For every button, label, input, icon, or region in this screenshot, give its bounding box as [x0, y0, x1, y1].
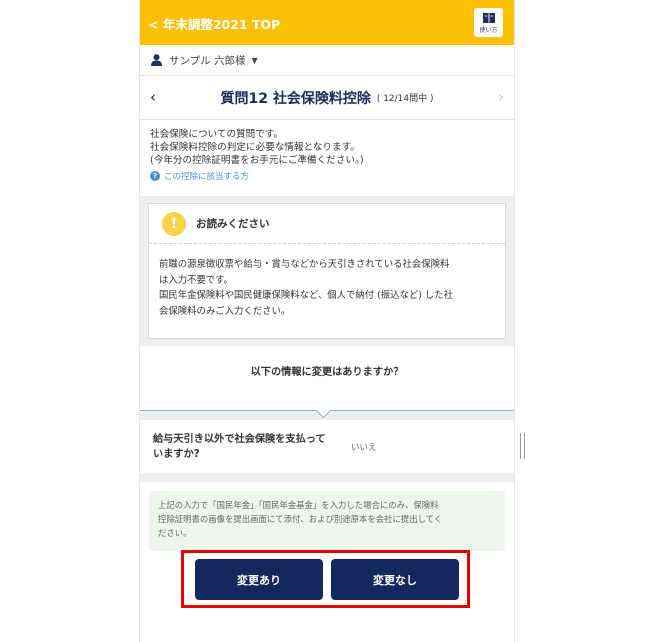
user-name: サンプル 六郎様 [169, 54, 246, 67]
attachment-note: 上記の入力で「国民年金」「国民年金基金」を入力した場合にのみ、保険料 控除証明書… [149, 491, 505, 551]
note-line: ださい。 [158, 528, 192, 538]
answer-question: 給与天引き以外で社会保険を支払って いますか? [153, 432, 343, 462]
note-line: 控除証明書の画像を提出画面にて添付、および別途原本を会社に提出してく [158, 514, 443, 524]
question-progress: ( 12/14問中 ) [376, 94, 434, 104]
answer-question-line: 給与天引き以外で社会保険を支払って [153, 433, 326, 445]
intro-line: 社会保険についての質問です。 [150, 129, 284, 140]
person-icon [151, 54, 162, 66]
change-yes-button[interactable]: 変更あり [195, 559, 323, 600]
chevron-down-icon: ▼ [251, 55, 258, 65]
notice-box: ! お読みください 前職の源泉徴収票や給与・賞与などから天引きされている社会保険… [148, 203, 506, 339]
top-bar: < 年末調整2021 TOP 使い方 [140, 0, 514, 45]
book-icon [482, 12, 495, 23]
change-no-button[interactable]: 変更なし [331, 559, 459, 600]
confirm-question: 以下の情報に変更はありますか？ [250, 367, 404, 378]
notice-line: は入力不要です。 [159, 274, 234, 286]
bottom-section: 上記の入力で「国民年金」「国民年金基金」を入力した場合にのみ、保険料 控除証明書… [140, 482, 514, 551]
help-link-label: この控除に該当する方 [164, 172, 250, 182]
answer-value: いいえ [351, 442, 377, 453]
user-selector[interactable]: サンプル 六郎様 ▼ [140, 45, 514, 76]
notice-header: ! お読みください [149, 204, 505, 244]
question-header: ‹ 質問12 社会保険料控除 ( 12/14問中 ) › [140, 76, 514, 120]
notice-body: 前職の源泉徴収票や給与・賞与などから天引きされている社会保険料 は入力不要です。… [149, 244, 505, 319]
help-link[interactable]: ? この控除に該当する方 [150, 170, 504, 182]
note-line: 上記の入力で「国民年金」「国民年金基金」を入力した場合にのみ、保険料 [158, 500, 439, 510]
question-title: 質問12 社会保険料控除 [220, 90, 371, 107]
answers-section: 給与天引き以外で社会保険を支払って いますか? いいえ [140, 411, 514, 482]
intro-line: 社会保険料控除の判定に必要な情報となります。 [150, 142, 360, 153]
exclamation-icon: ! [162, 211, 186, 236]
confirm-section: 以下の情報に変更はありますか？ [140, 346, 514, 419]
back-to-top-link[interactable]: < 年末調整2021 TOP [148, 14, 280, 33]
answer-row: 給与天引き以外で社会保険を支払って いますか? いいえ [140, 420, 514, 473]
answer-question-line: いますか? [153, 448, 200, 460]
notice-line: 国民年金保険料や国民健康保険料など、個人で納付 (振込など) した社 [159, 290, 454, 301]
question-mark-icon: ? [150, 171, 160, 181]
guide-button[interactable]: 使い方 [474, 8, 503, 37]
resize-handle[interactable] [520, 433, 525, 459]
highlighted-button-area: 変更あり 変更なし [181, 550, 470, 608]
mobile-app-frame: < 年末調整2021 TOP 使い方 サンプル 六郎様 ▼ ‹ 質問12 社会保… [139, 0, 515, 642]
notice-title: お読みください [196, 218, 270, 230]
prev-question-button[interactable]: ‹ [150, 88, 156, 106]
intro-line: (今年分の控除証明書をお手元にご準備ください。) [150, 155, 364, 166]
guide-label: 使い方 [479, 26, 498, 34]
intro-text: 社会保険についての質問です。 社会保険料控除の判定に必要な情報となります。 (今… [140, 120, 514, 196]
notice-section: ! お読みください 前職の源泉徴収票や給与・賞与などから天引きされている社会保険… [140, 196, 514, 346]
notice-line: 会保険料のみご入力ください。 [159, 305, 291, 317]
next-question-button[interactable]: › [498, 88, 504, 106]
notice-line: 前職の源泉徴収票や給与・賞与などから天引きされている社会保険料 [159, 259, 450, 270]
